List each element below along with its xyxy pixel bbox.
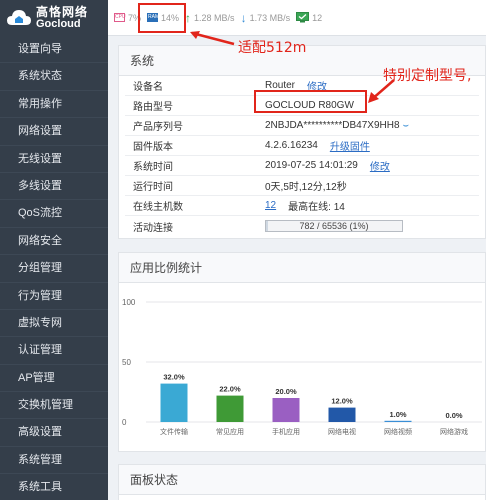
firmware-label: 固件版本 <box>133 142 173 153</box>
sidebar-item-behavior-management[interactable]: 行为管理 <box>0 283 108 310</box>
x-tick-label: 常见应用 <box>216 427 244 436</box>
sidebar-item-multiline-settings[interactable]: 多线设置 <box>0 173 108 201</box>
x-tick-label: 网络游戏 <box>440 427 468 436</box>
sidebar-item-system-status[interactable]: 系统状态 <box>0 63 108 91</box>
serial-value: 2NBJDA**********DB47X9HH8 <box>265 120 400 131</box>
online-hosts-label: 在线主机数 <box>133 202 183 213</box>
sidebar-item-system-tools[interactable]: 系统工具 <box>0 474 108 500</box>
y-tick-label: 0 <box>122 418 127 427</box>
app-ratio-panel-title: 应用比例统计 <box>119 253 485 283</box>
sidebar-item-auth-management[interactable]: 认证管理 <box>0 337 108 365</box>
sidebar-menu: 设置向导 系统状态 常用操作 网络设置 无线设置 多线设置 QoS流控 网络安全… <box>0 36 108 500</box>
sidebar-item-group-management[interactable]: 分组管理 <box>0 255 108 283</box>
sidebar-item-wireless-settings[interactable]: 无线设置 <box>0 146 108 173</box>
bar <box>328 407 356 422</box>
brand-name-en: Gocloud <box>36 18 81 30</box>
uptime-label: 运行时间 <box>133 182 173 193</box>
app-ratio-bar-chart: 0 50 100 32.0% 文件传输 22.0% 常见应用 20.0% 手机应用 12.0% 网络… <box>122 298 482 436</box>
connections-row: 活动连接 782 / 65536 (1%) <box>125 216 479 236</box>
sidebar: 高恪网络 Gocloud 设置向导 系统状态 常用操作 网络设置 无线设置 多线… <box>0 0 108 500</box>
upgrade-firmware-link[interactable]: 升级固件 <box>330 138 370 153</box>
x-tick-label: 文件传输 <box>160 427 188 436</box>
bar <box>160 383 188 422</box>
upload-speed: ↑ 1.28 MB/s <box>185 11 235 25</box>
online-hosts-row: 在线主机数 12 最高在线: 14 <box>125 196 479 216</box>
bar <box>216 395 244 422</box>
x-tick-label: 手机应用 <box>272 427 300 436</box>
x-tick-label: 网络电视 <box>328 427 356 436</box>
cloud-logo-icon <box>7 10 31 25</box>
sidebar-item-vpn[interactable]: 虚拟专网 <box>0 310 108 338</box>
model-highlight-box <box>254 90 367 113</box>
connections-label: 活动连接 <box>133 222 173 234</box>
system-time-value: 2019-07-25 14:01:29 <box>265 160 358 171</box>
sidebar-item-system-management[interactable]: 系统管理 <box>0 447 108 475</box>
device-name-label: 设备名 <box>133 82 163 93</box>
y-tick-label: 100 <box>122 298 136 307</box>
data-label: 1.0% <box>389 410 406 419</box>
peak-online-label: 最高在线: <box>288 202 331 213</box>
cpu-usage: CPU 7% <box>114 13 141 23</box>
system-time-label: 系统时间 <box>133 162 173 173</box>
sidebar-item-qos[interactable]: QoS流控 <box>0 200 108 228</box>
connections-value: 782 / 65536 (1%) <box>299 221 369 231</box>
model-annotation-text: 特别定制型号, <box>383 68 472 84</box>
data-label: 0.0% <box>445 411 462 420</box>
bar <box>384 420 412 422</box>
data-label: 22.0% <box>219 385 241 394</box>
sidebar-item-advanced-settings[interactable]: 高级设置 <box>0 419 108 447</box>
sidebar-item-common-ops[interactable]: 常用操作 <box>0 91 108 119</box>
firmware-row: 固件版本 4.2.6.16234 升级固件 <box>125 136 479 156</box>
brand-logo[interactable]: 高恪网络 Gocloud <box>0 0 108 36</box>
serial-label: 产品序列号 <box>133 122 183 133</box>
memory-annotation-text: 适配512m <box>238 40 307 56</box>
sidebar-item-setup-wizard[interactable]: 设置向导 <box>0 36 108 64</box>
panel-status-title: 面板状态 <box>119 465 485 495</box>
system-time-row: 系统时间 2019-07-25 14:01:29 修改 <box>125 156 479 176</box>
upload-speed-value: 1.28 MB/s <box>194 12 235 23</box>
annotation-arrow-memory <box>190 31 235 46</box>
sidebar-item-ap-management[interactable]: AP管理 <box>0 365 108 393</box>
online-hosts-link[interactable]: 12 <box>265 200 276 211</box>
serial-row: 产品序列号 2NBJDA**********DB47X9HH8 ⌣ <box>125 116 479 136</box>
online-hosts: 12 <box>296 12 322 23</box>
monitor-icon <box>296 12 310 23</box>
cpu-icon: CPU <box>114 13 126 22</box>
uptime-row: 运行时间 0天,5时,12分,12秒 <box>125 176 479 196</box>
data-label: 20.0% <box>275 387 297 396</box>
download-speed: ↓ 1.73 MB/s <box>241 11 291 25</box>
download-speed-value: 1.73 MB/s <box>249 12 291 23</box>
peak-online-value: 14 <box>333 202 345 213</box>
uptime-value: 0天,5时,12分,12秒 <box>265 182 347 193</box>
data-label: 12.0% <box>331 397 353 406</box>
x-tick-label: 网络视频 <box>384 427 412 436</box>
online-hosts-value: 12 <box>312 12 323 23</box>
brand-name-cn: 高恪网络 <box>36 5 89 19</box>
y-tick-label: 50 <box>122 358 131 367</box>
panel-status-panel: 面板状态 <box>118 464 486 500</box>
bar <box>272 398 300 422</box>
data-label: 32.0% <box>163 373 185 382</box>
memory-highlight-box <box>138 3 186 33</box>
sidebar-item-switch-management[interactable]: 交换机管理 <box>0 392 108 420</box>
model-label: 路由型号 <box>133 102 173 113</box>
copy-icon[interactable]: ⌣ <box>403 120 410 131</box>
connections-progress-bar: 782 / 65536 (1%) <box>265 220 403 232</box>
edit-time-link[interactable]: 修改 <box>370 158 390 173</box>
firmware-value: 4.2.6.16234 <box>265 140 318 151</box>
sidebar-item-network-settings[interactable]: 网络设置 <box>0 118 108 146</box>
download-arrow-icon: ↓ <box>240 10 247 25</box>
sidebar-item-network-security[interactable]: 网络安全 <box>0 228 108 256</box>
